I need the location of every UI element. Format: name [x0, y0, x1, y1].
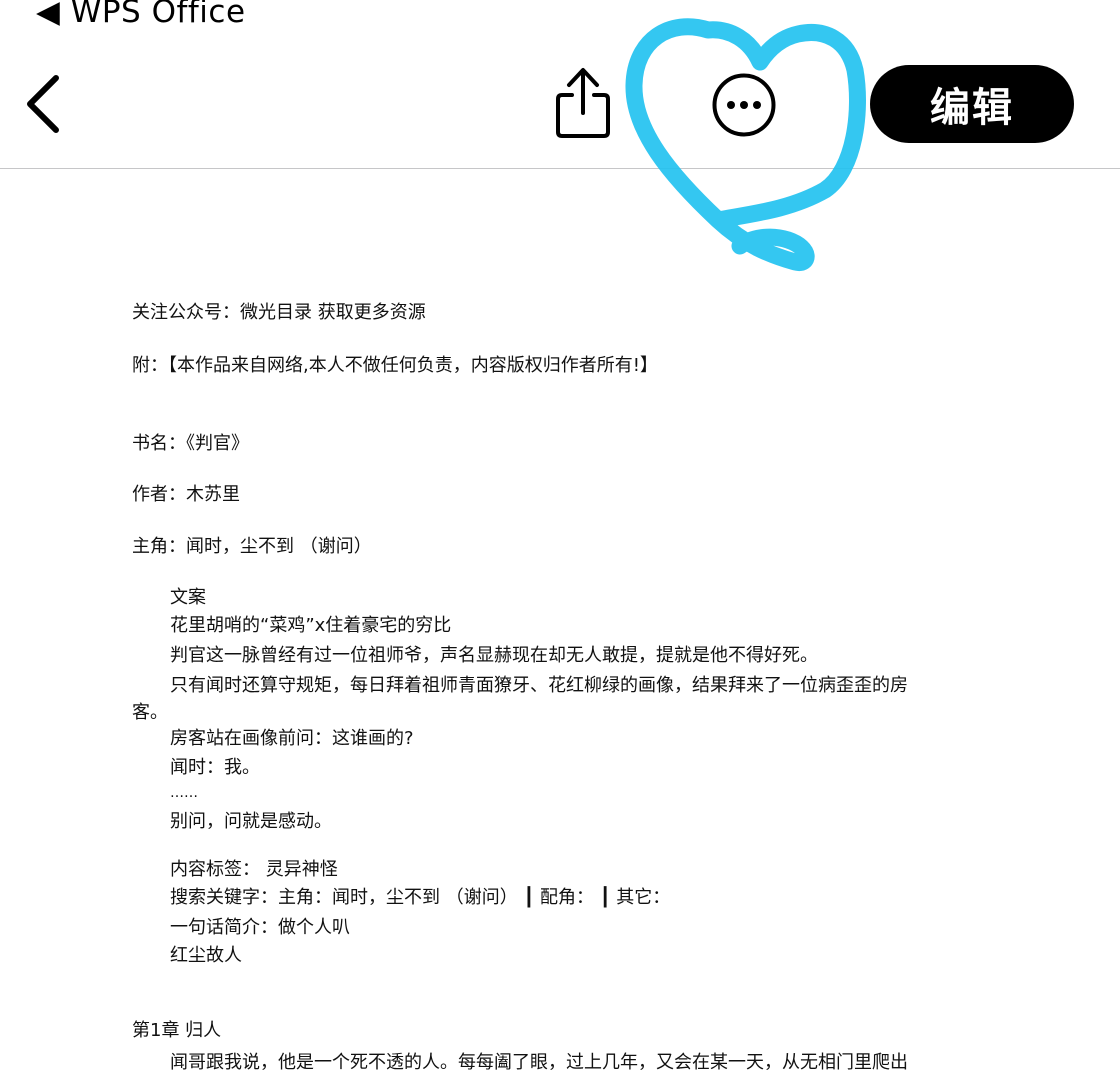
doc-line: 一句话简介：做个人叭: [170, 917, 350, 938]
doc-line: 附：【本作品来自网络,本人不做任何负责，内容版权归作者所有!】: [132, 355, 658, 376]
doc-line: 只有闻时还算守规矩，每日拜着祖师青面獠牙、花红柳绿的画像，结果拜来了一位病歪歪的…: [170, 675, 908, 696]
doc-line: 闻时：我。: [170, 757, 260, 778]
doc-line: 作者：木苏里: [132, 484, 240, 505]
doc-line: 闻哥跟我说，他是一个死不透的人。每每阖了眼，过上几年，又会在某一天，从无相门里爬…: [170, 1052, 908, 1073]
edit-button[interactable]: 编辑: [870, 65, 1074, 143]
more-options-icon[interactable]: [711, 72, 777, 138]
top-toolbar: 编辑: [0, 0, 1120, 169]
doc-line: 搜索关键字：主角：闻时，尘不到 （谢问） ┃ 配角： ┃ 其它：: [170, 887, 671, 908]
doc-line: 红尘故人: [170, 945, 242, 966]
doc-line: 文案: [170, 587, 206, 608]
doc-line: 房客站在画像前问：这谁画的?: [170, 728, 414, 749]
doc-line: 花里胡哨的“菜鸡”x住着豪宅的穷比: [170, 615, 452, 636]
doc-line: ……: [170, 785, 198, 801]
share-icon[interactable]: [552, 66, 614, 140]
doc-line: 客。: [132, 702, 168, 723]
chevron-left-icon[interactable]: [20, 72, 68, 136]
doc-line: 内容标签： 灵异神怪: [170, 859, 338, 880]
doc-line: 第1章 归人: [132, 1020, 222, 1041]
doc-line: 书名：《判官》: [132, 433, 249, 454]
doc-line: 关注公众号：微光目录 获取更多资源: [132, 302, 426, 323]
document-body: 关注公众号：微光目录 获取更多资源 附：【本作品来自网络,本人不做任何负责，内容…: [0, 169, 1120, 1080]
doc-line: 别问，问就是感动。: [170, 811, 332, 832]
doc-line: 主角：闻时，尘不到 （谢问）: [132, 536, 372, 557]
doc-line: 判官这一脉曾经有过一位祖师爷，声名显赫现在却无人敢提，提就是他不得好死。: [170, 645, 818, 666]
